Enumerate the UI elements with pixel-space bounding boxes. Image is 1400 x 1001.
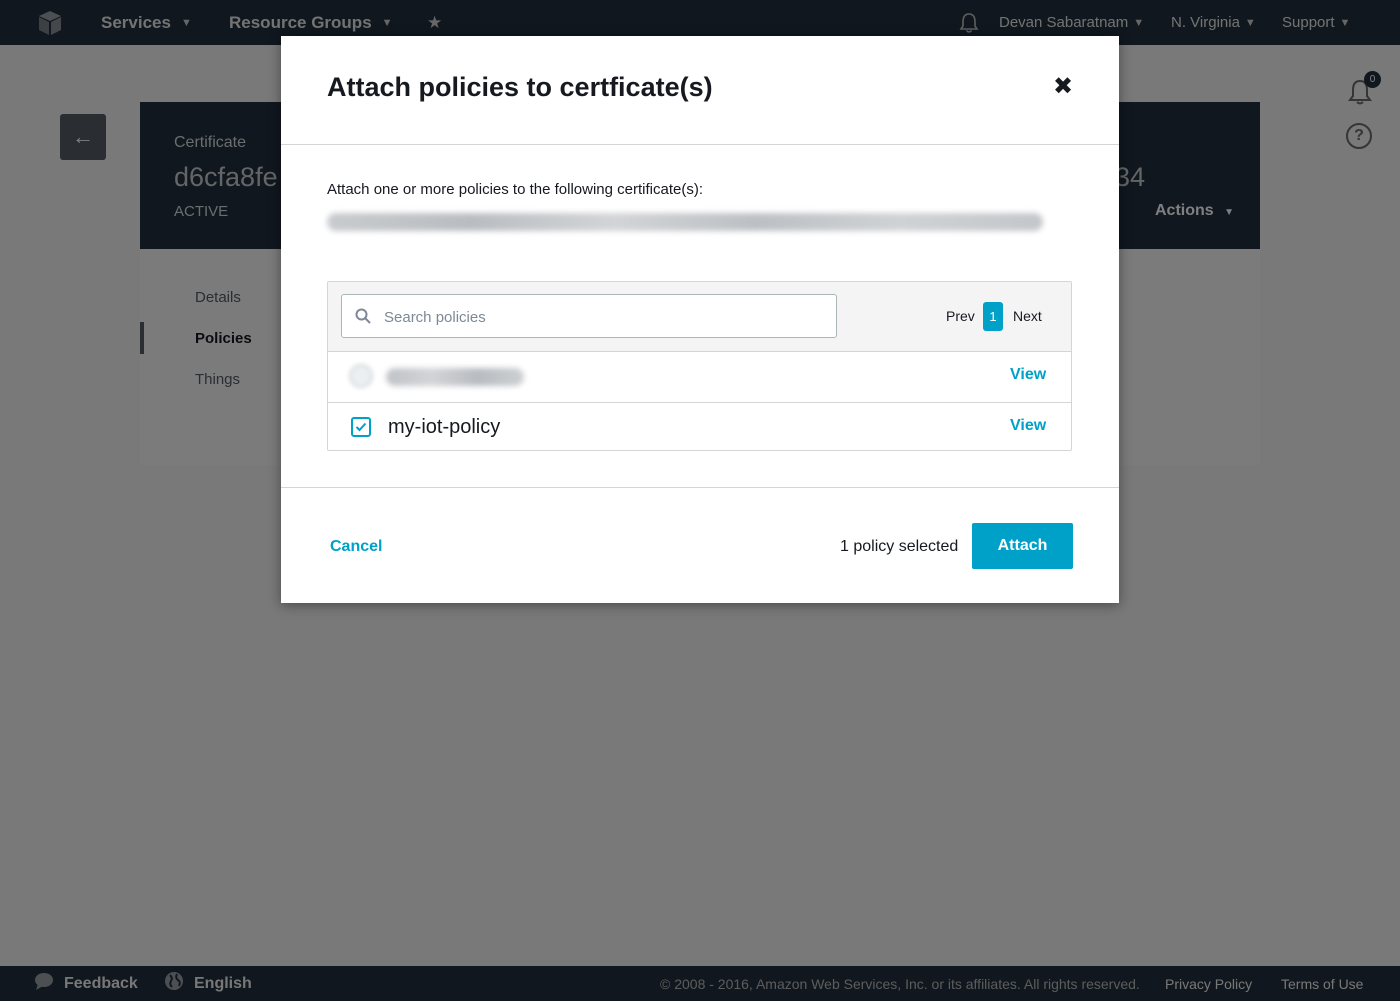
attach-button[interactable]: Attach bbox=[972, 523, 1073, 569]
selected-count-text: 1 policy selected bbox=[840, 538, 959, 555]
view-policy-link[interactable]: View bbox=[1010, 366, 1046, 384]
search-policies-input[interactable] bbox=[382, 295, 826, 339]
policy-row[interactable]: View bbox=[328, 352, 1071, 403]
view-policy-link[interactable]: View bbox=[1010, 417, 1046, 435]
search-icon bbox=[355, 308, 371, 324]
modal-title: Attach policies to certficate(s) bbox=[327, 72, 713, 102]
cancel-button[interactable]: Cancel bbox=[330, 538, 382, 556]
modal-footer: Cancel 1 policy selected Attach bbox=[281, 487, 1119, 604]
attach-policies-modal: Attach policies to certficate(s) ✖ Attac… bbox=[281, 36, 1119, 603]
close-icon[interactable]: ✖ bbox=[1053, 72, 1073, 101]
redacted-policy-name bbox=[386, 368, 524, 386]
policy-checkbox-checked[interactable] bbox=[351, 417, 371, 437]
policy-selection-table: Prev 1 Next View my-iot-policy View bbox=[327, 281, 1072, 451]
modal-description: Attach one or more policies to the follo… bbox=[327, 181, 704, 198]
table-toolbar: Prev 1 Next bbox=[328, 282, 1071, 352]
modal-header: Attach policies to certficate(s) ✖ bbox=[281, 36, 1119, 145]
policy-checkbox[interactable] bbox=[349, 364, 373, 388]
search-box[interactable] bbox=[341, 294, 837, 339]
checkmark-icon bbox=[355, 422, 367, 432]
pagination-current-page[interactable]: 1 bbox=[983, 302, 1003, 331]
policy-name: my-iot-policy bbox=[388, 416, 501, 438]
pagination-next[interactable]: Next bbox=[1013, 308, 1042, 324]
pagination-prev[interactable]: Prev bbox=[946, 308, 975, 324]
policy-row[interactable]: my-iot-policy View bbox=[328, 403, 1071, 453]
redacted-certificate-id bbox=[327, 213, 1043, 231]
